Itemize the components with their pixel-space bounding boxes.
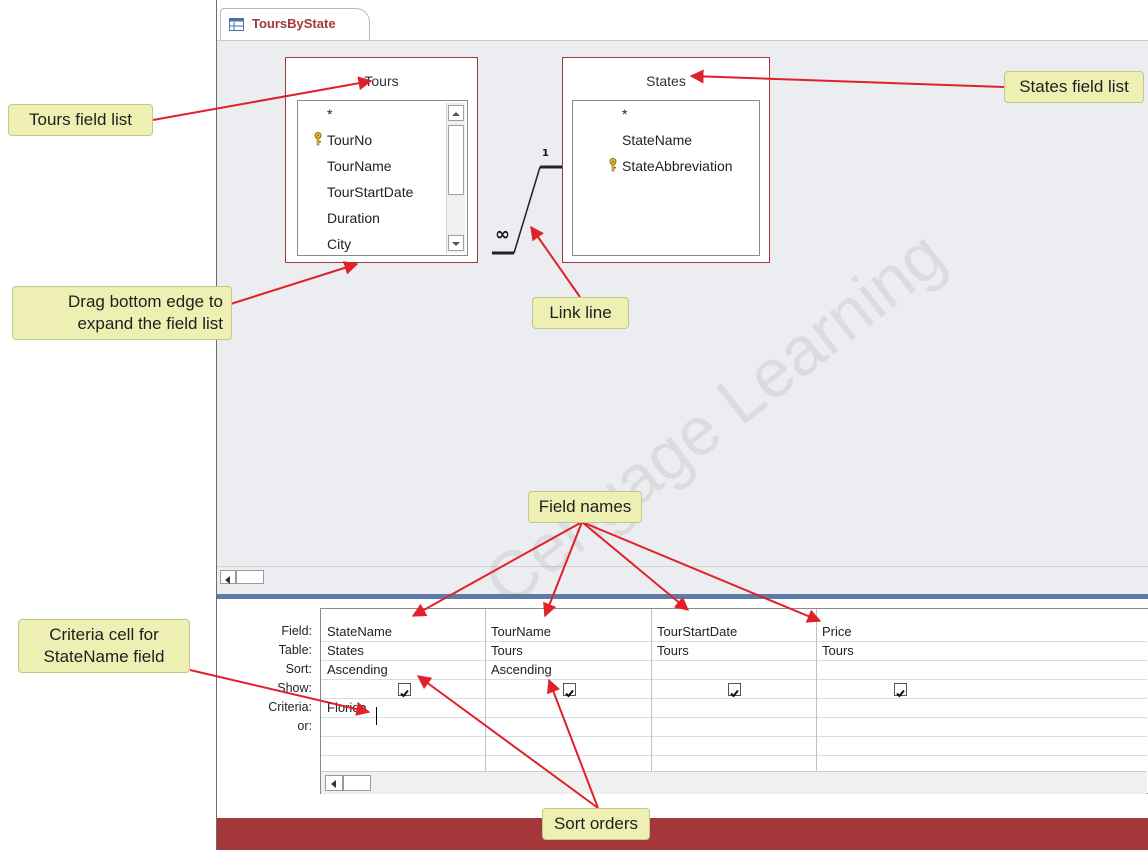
scroll-down-button[interactable] <box>448 235 464 251</box>
tab-toursbystate[interactable]: ToursByState <box>220 8 370 40</box>
grid-cell-sort[interactable] <box>818 660 978 679</box>
grid-cell-sort[interactable] <box>653 660 814 679</box>
grid-cell-criteria[interactable] <box>653 698 814 717</box>
scroll-left-button[interactable] <box>325 775 343 791</box>
grid-cell-table[interactable]: States <box>323 641 483 660</box>
relationship-link-line[interactable] <box>478 150 568 260</box>
tours-field-list-body: * TourNo TourName TourStartDate Duration… <box>297 100 468 256</box>
callout-states-field-list: States field list <box>1004 71 1144 103</box>
show-checkbox[interactable] <box>728 683 741 698</box>
grid-cell-field[interactable]: TourName <box>487 622 649 641</box>
callout-tours-field-list: Tours field list <box>8 104 153 136</box>
grid-cell-table[interactable]: Tours <box>653 641 814 660</box>
one-side-marker: 1 <box>542 148 549 159</box>
grid-cell-field[interactable]: Price <box>818 622 978 641</box>
show-checkbox[interactable] <box>894 683 907 698</box>
query-design-grid: StateName States Ascending Florida TourN… <box>320 608 1148 794</box>
chevron-left-icon <box>225 576 230 584</box>
grid-cell-criteria[interactable] <box>487 698 649 717</box>
callout-criteria-cell: Criteria cell for StateName field <box>18 619 190 673</box>
states-field-list-title: States <box>646 73 686 89</box>
field-item-label: TourNo <box>327 132 373 148</box>
chevron-up-icon <box>452 112 460 116</box>
primary-key-icon <box>609 158 617 172</box>
status-bar <box>217 818 1148 850</box>
row-label-criteria: Criteria: <box>268 700 312 714</box>
show-checkbox[interactable] <box>398 683 411 698</box>
grid-cell-sort[interactable]: Ascending <box>487 660 649 679</box>
field-item[interactable]: StateName <box>622 127 692 153</box>
row-label-table: Table: <box>278 643 312 657</box>
text-cursor <box>376 707 377 725</box>
field-item[interactable]: TourStartDate <box>327 179 413 205</box>
tours-field-list-title: Tours <box>364 73 399 89</box>
row-label-show: Show: <box>277 681 312 695</box>
callout-link-line: Link line <box>532 297 629 329</box>
callout-sort-orders: Sort orders <box>542 808 650 840</box>
query-icon <box>229 18 244 31</box>
field-item[interactable]: City <box>327 231 351 255</box>
row-label-field: Field: <box>281 624 312 638</box>
scroll-thumb[interactable] <box>343 775 371 791</box>
grid-cell-table[interactable]: Tours <box>818 641 978 660</box>
grid-cell-criteria[interactable] <box>818 698 978 717</box>
scroll-left-button[interactable] <box>220 570 236 584</box>
row-label-sort: Sort: <box>285 662 312 676</box>
grid-cell-field[interactable]: TourStartDate <box>653 622 814 641</box>
grid-cell-sort[interactable]: Ascending <box>323 660 483 679</box>
primary-key-icon <box>314 132 322 146</box>
callout-field-names: Field names <box>528 491 642 523</box>
scroll-up-button[interactable] <box>448 105 464 121</box>
states-field-list[interactable]: States * StateName StateAbbreviation <box>562 57 770 263</box>
tab-label: ToursByState <box>252 16 336 31</box>
chevron-down-icon <box>452 242 460 246</box>
grid-cell-field[interactable]: StateName <box>323 622 483 641</box>
scroll-thumb[interactable] <box>236 570 264 584</box>
grid-cell-criteria[interactable]: Florida <box>323 698 483 717</box>
field-item[interactable]: TourNo <box>314 127 373 153</box>
field-item[interactable]: Duration <box>327 205 380 231</box>
field-item[interactable]: TourName <box>327 153 392 179</box>
callout-drag-bottom-edge: Drag bottom edge to expand the field lis… <box>12 286 232 340</box>
field-item[interactable]: StateAbbreviation <box>609 153 733 179</box>
chevron-left-icon <box>331 780 336 788</box>
field-item[interactable]: * <box>327 101 332 127</box>
show-checkbox[interactable] <box>563 683 576 698</box>
field-item[interactable]: * <box>622 101 627 127</box>
row-label-or: or: <box>297 719 312 733</box>
scroll-thumb[interactable] <box>448 125 464 195</box>
field-item-label: StateAbbreviation <box>622 158 733 174</box>
vertical-scrollbar[interactable] <box>446 103 465 253</box>
grid-cell-table[interactable]: Tours <box>487 641 649 660</box>
states-field-list-body: * StateName StateAbbreviation <box>572 100 760 256</box>
grid-horizontal-scrollbar[interactable] <box>321 771 1147 794</box>
table-pane-horizontal-scrollbar[interactable] <box>217 566 1148 587</box>
many-side-marker: ∞ <box>495 224 510 245</box>
tours-field-list[interactable]: Tours * TourNo TourName TourStartDate Du… <box>285 57 478 263</box>
